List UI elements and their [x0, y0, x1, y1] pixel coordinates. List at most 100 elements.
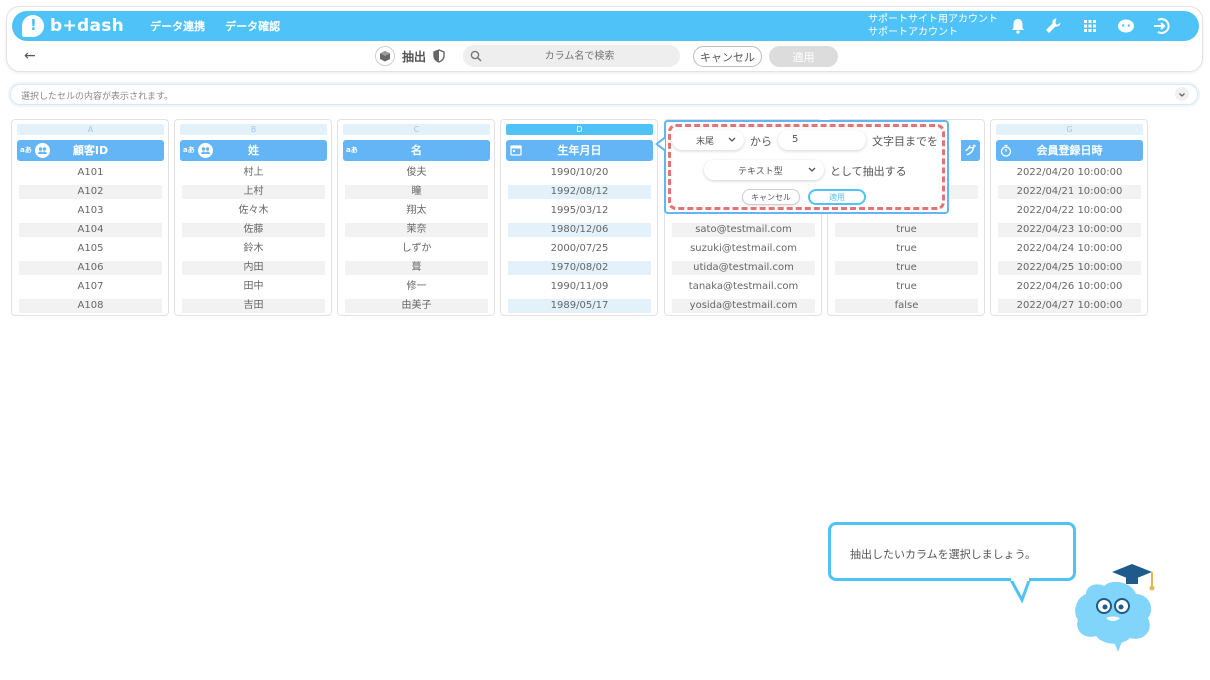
- table-cell[interactable]: suzuki@testmail.com: [672, 242, 815, 256]
- column-letter[interactable]: C: [343, 124, 490, 135]
- column-header[interactable]: 会員登録日時: [996, 140, 1143, 161]
- shield-icon: [433, 49, 445, 63]
- guide-message: 抽出したいカラムを選択しましょう。: [850, 548, 1037, 561]
- column-c[interactable]: C aあ 名 俊夫 瞳 翔太 茉奈 しずか 葺 修一 由美子: [337, 119, 495, 316]
- table-cell[interactable]: 1992/08/12: [508, 185, 651, 199]
- table-cell[interactable]: 佐藤: [182, 223, 325, 237]
- nav-data-check[interactable]: データ確認: [225, 18, 280, 34]
- table-cell[interactable]: 1970/08/02: [508, 261, 651, 275]
- type-select[interactable]: テキスト型: [704, 160, 824, 180]
- column-d[interactable]: D 生年月日 1990/10/20 1992/08/12 1995/03/12 …: [500, 119, 658, 316]
- table-cell[interactable]: A102: [19, 185, 162, 199]
- table-cell[interactable]: A105: [19, 242, 162, 256]
- account-info[interactable]: サポートサイト用アカウント サポートアカウント: [868, 13, 998, 39]
- table-cell[interactable]: 瞳: [345, 185, 488, 199]
- extract-tool: 抽出: [375, 46, 445, 66]
- column-header-label: 名: [411, 144, 422, 157]
- table-cell[interactable]: しずか: [345, 242, 488, 256]
- logout-icon[interactable]: [1152, 16, 1172, 36]
- table-cell[interactable]: true: [835, 242, 978, 256]
- table-cell[interactable]: 内田: [182, 261, 325, 275]
- table-cell[interactable]: 1995/03/12: [508, 204, 651, 218]
- nav-data-integration[interactable]: データ連携: [150, 18, 205, 34]
- column-letter[interactable]: A: [17, 124, 164, 135]
- search-input[interactable]: [487, 48, 672, 64]
- wrench-icon[interactable]: [1043, 16, 1063, 36]
- column-header[interactable]: aあ 姓: [180, 140, 327, 161]
- column-header[interactable]: aあ 名: [343, 140, 490, 161]
- column-letter[interactable]: B: [180, 124, 327, 135]
- people-icon: [198, 143, 213, 158]
- table-cell[interactable]: 2022/04/26 10:00:00: [998, 280, 1141, 294]
- column-header-label: 姓: [248, 144, 259, 157]
- account-line1: サポートサイト用アカウント: [868, 14, 998, 25]
- back-arrow-icon[interactable]: ←: [24, 48, 36, 64]
- column-g[interactable]: G 会員登録日時 2022/04/20 10:00:00 2022/04/21 …: [990, 119, 1148, 316]
- table-cell[interactable]: A103: [19, 204, 162, 218]
- table-cell[interactable]: 吉田: [182, 299, 325, 313]
- table-cell[interactable]: 翔太: [345, 204, 488, 218]
- extract-as-label: として抽出する: [830, 165, 907, 178]
- table-cell[interactable]: tanaka@testmail.com: [672, 280, 815, 294]
- table-cell[interactable]: 1990/10/20: [508, 166, 651, 180]
- table-cell[interactable]: 1989/05/17: [508, 299, 651, 313]
- table-cell[interactable]: 2022/04/27 10:00:00: [998, 299, 1141, 313]
- char-count-input[interactable]: 5: [778, 130, 866, 150]
- table-cell[interactable]: 2022/04/24 10:00:00: [998, 242, 1141, 256]
- chevron-down-icon: [808, 167, 816, 172]
- table-cell[interactable]: false: [835, 299, 978, 313]
- cell-content-bar[interactable]: 選択したセルの内容が表示されます。: [10, 84, 1198, 105]
- table-cell[interactable]: true: [835, 261, 978, 275]
- table-cell[interactable]: true: [835, 280, 978, 294]
- column-header-label: 顧客ID: [72, 144, 109, 157]
- table-cell[interactable]: A106: [19, 261, 162, 275]
- table-cell[interactable]: 2000/07/25: [508, 242, 651, 256]
- table-cell[interactable]: 由美子: [345, 299, 488, 313]
- table-cell[interactable]: 上村: [182, 185, 325, 199]
- text-type-badge: aあ: [183, 146, 195, 154]
- bell-icon[interactable]: [1008, 16, 1028, 36]
- table-cell[interactable]: 佐々木: [182, 204, 325, 218]
- popup-apply-button[interactable]: 適用: [808, 189, 866, 205]
- column-b[interactable]: B aあ 姓 村上 上村 佐々木 佐藤 鈴木 内田 田中 吉田: [174, 119, 332, 316]
- column-a[interactable]: A aあ 顧客ID A101 A102 A103 A104 A105 A106 …: [11, 119, 169, 316]
- position-select-value: 末尾: [696, 137, 715, 147]
- table-cell[interactable]: 2022/04/20 10:00:00: [998, 166, 1141, 180]
- table-cell[interactable]: A104: [19, 223, 162, 237]
- table-cell[interactable]: A108: [19, 299, 162, 313]
- column-header[interactable]: 生年月日: [506, 140, 653, 161]
- apply-button[interactable]: 適用: [769, 46, 838, 67]
- table-cell[interactable]: 1990/11/09: [508, 280, 651, 294]
- table-cell[interactable]: true: [835, 223, 978, 237]
- table-cell[interactable]: sato@testmail.com: [672, 223, 815, 237]
- table-cell[interactable]: A101: [19, 166, 162, 180]
- column-search[interactable]: [463, 45, 680, 67]
- column-header[interactable]: aあ 顧客ID: [17, 140, 164, 161]
- chevron-down-icon[interactable]: [1175, 87, 1189, 101]
- table-cell[interactable]: 茉奈: [345, 223, 488, 237]
- table-cell[interactable]: 2022/04/22 10:00:00: [998, 204, 1141, 218]
- table-cell[interactable]: 2022/04/25 10:00:00: [998, 261, 1141, 275]
- popup-cancel-button[interactable]: キャンセル: [742, 189, 800, 205]
- column-letter[interactable]: D: [506, 124, 653, 135]
- table-cell[interactable]: 俊夫: [345, 166, 488, 180]
- table-cell[interactable]: 1980/12/06: [508, 223, 651, 237]
- table-cell[interactable]: A107: [19, 280, 162, 294]
- table-cell[interactable]: 葺: [345, 261, 488, 275]
- table-cell[interactable]: 鈴木: [182, 242, 325, 256]
- table-cell[interactable]: yosida@testmail.com: [672, 299, 815, 313]
- table-cell[interactable]: 修一: [345, 280, 488, 294]
- chat-bot-icon[interactable]: [1116, 16, 1136, 36]
- cancel-button[interactable]: キャンセル: [693, 46, 762, 67]
- stopwatch-icon: [1000, 144, 1012, 157]
- table-cell[interactable]: 2022/04/23 10:00:00: [998, 223, 1141, 237]
- table-cell[interactable]: 田中: [182, 280, 325, 294]
- app-logo[interactable]: b+dash: [22, 15, 124, 37]
- popup-pointer-inner: [658, 139, 665, 149]
- position-select[interactable]: 末尾: [672, 130, 744, 150]
- table-cell[interactable]: utida@testmail.com: [672, 261, 815, 275]
- table-cell[interactable]: 村上: [182, 166, 325, 180]
- grid-icon[interactable]: [1080, 16, 1100, 36]
- column-letter[interactable]: G: [996, 124, 1143, 135]
- table-cell[interactable]: 2022/04/21 10:00:00: [998, 185, 1141, 199]
